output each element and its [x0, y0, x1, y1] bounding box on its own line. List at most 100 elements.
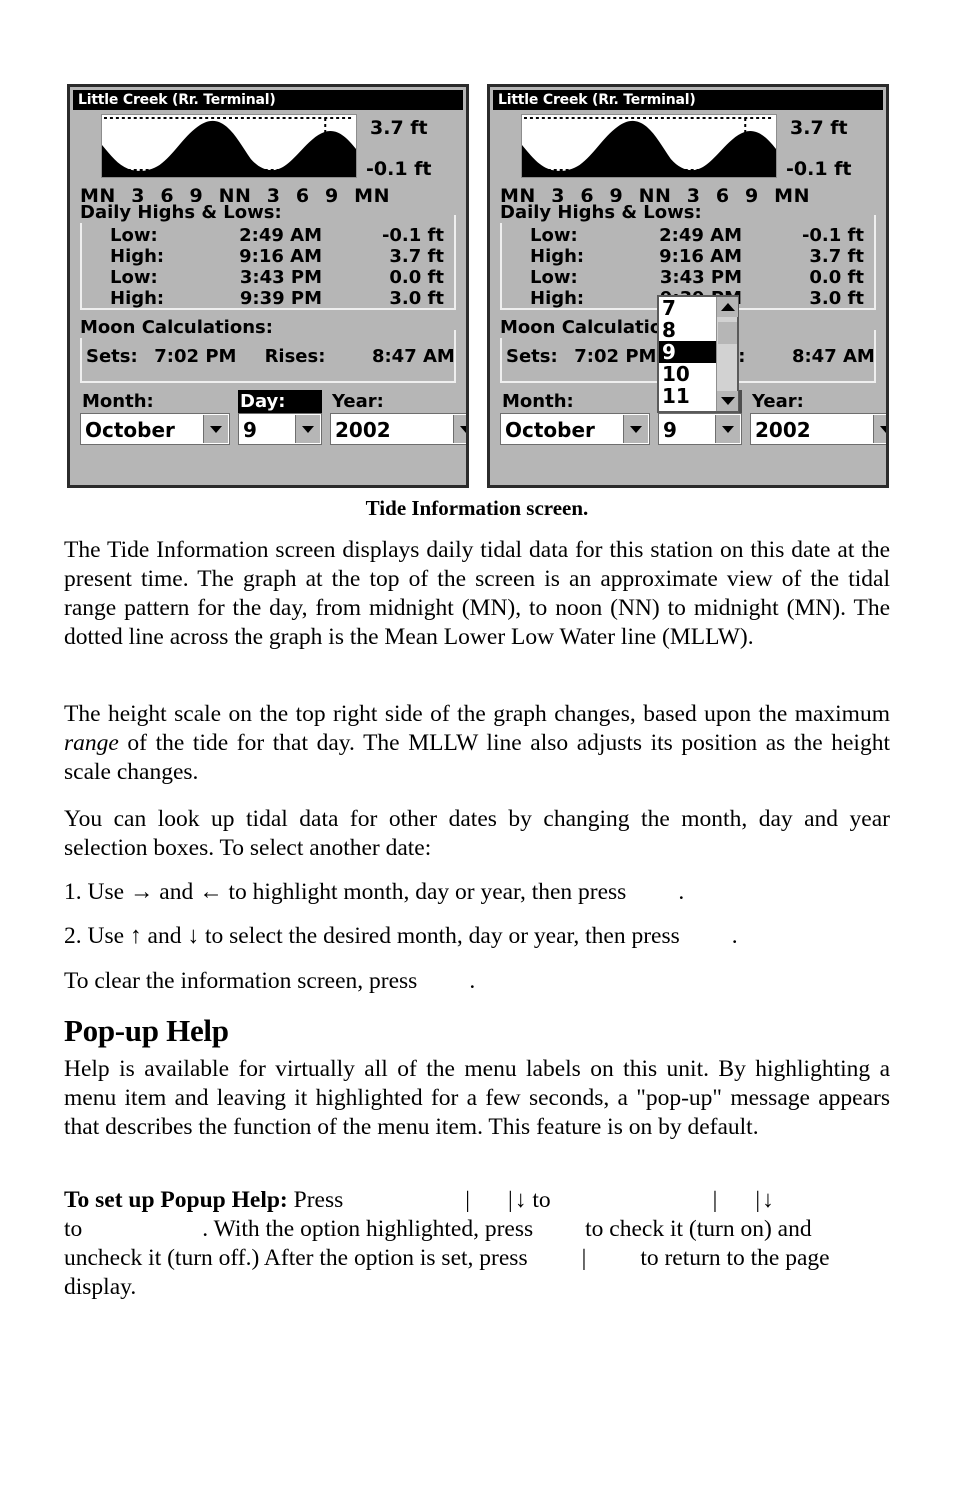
row-label: Low: — [530, 267, 578, 288]
day-label-left: Day: — [238, 390, 322, 413]
row-label: Low: — [110, 225, 158, 246]
page-section-heading: Pop-up Help — [64, 1013, 229, 1048]
row-label: High: — [530, 288, 585, 309]
step1-part-c: to highlight month, day or year, then pr… — [222, 879, 627, 905]
row-label: High: — [110, 246, 165, 267]
chevron-down-icon[interactable] — [873, 415, 886, 443]
chevron-down-icon[interactable] — [715, 415, 740, 443]
paragraph-tide-info: The Tide Information screen displays dai… — [64, 537, 890, 650]
tide-graph-area-left: 3.7 ft -0.1 ft — [70, 111, 466, 183]
station-title-left: Little Creek (Rr. Terminal) — [73, 90, 463, 110]
row-label: High: — [530, 246, 585, 267]
month-combobox-right[interactable]: October — [500, 413, 650, 445]
day-dropdown-list[interactable]: 7 8 9 10 11 — [657, 295, 739, 413]
day-combobox-left[interactable]: 9 — [238, 413, 322, 445]
moon-sets-label: Sets: — [506, 346, 558, 367]
row-label: High: — [110, 288, 165, 309]
day-selector-left[interactable]: Day: 9 — [238, 390, 322, 445]
step-2: 2. Use ↑ and ↓ to select the desired mon… — [64, 922, 890, 951]
month-value-left: October — [85, 418, 175, 442]
clear-text: To clear the information screen, press — [64, 968, 418, 994]
year-selector-right[interactable]: Year: 2002 — [750, 390, 886, 445]
month-selector-left[interactable]: Month: October — [80, 390, 230, 445]
key-separator-bar: | — [507, 1187, 513, 1213]
key-separator-bar: | — [581, 1245, 587, 1271]
step1-part-b: and — [153, 879, 200, 905]
clear-screen-instruction: To clear the information screen, press. — [64, 967, 890, 996]
left-arrow-icon: ← — [199, 879, 223, 905]
year-value-left: 2002 — [335, 418, 391, 442]
figure-caption: Tide Information screen. — [365, 496, 589, 520]
year-combobox-left[interactable]: 2002 — [330, 413, 466, 445]
month-combobox-left[interactable]: October — [80, 413, 230, 445]
table-row: High: 9:16 AM 3.7 ft — [502, 246, 868, 267]
chevron-down-icon[interactable] — [295, 415, 320, 443]
down-arrow-icon: ↓ — [514, 1187, 527, 1213]
row-height: 3.0 ft — [809, 288, 864, 309]
month-label-right: Month: — [502, 391, 574, 412]
step2-period: . — [731, 923, 738, 949]
right-arrow-icon: → — [129, 879, 154, 905]
popup-text-2: to — [526, 1187, 551, 1213]
table-row: High: 9:16 AM 3.7 ft — [82, 246, 448, 267]
para2-italic-range: range — [64, 730, 119, 756]
year-combobox-right[interactable]: 2002 — [750, 413, 886, 445]
row-time: 3:43 PM — [659, 267, 742, 288]
popup-text-3: to — [64, 1216, 83, 1242]
table-row: Low: 3:43 PM 0.0 ft — [82, 267, 448, 288]
chevron-down-icon[interactable] — [203, 415, 228, 443]
year-label-right: Year: — [752, 391, 804, 412]
table-row: Low: 2:49 AM -0.1 ft — [502, 225, 868, 246]
row-height: 3.0 ft — [389, 288, 444, 309]
row-label: Low: — [530, 225, 578, 246]
tide-graph-left — [101, 114, 357, 178]
paragraph-setup-popup-help: To set up Popup Help: Press | |↓ to | |↓ to. … — [64, 1186, 890, 1302]
popup-text-4: . With the option highlighted, press — [202, 1216, 534, 1242]
daily-highs-lows-group-left: Daily Highs & Lows: Low: 2:49 AM -0.1 ft… — [80, 202, 466, 310]
day-combobox-right[interactable]: 9 — [658, 413, 742, 445]
scroll-down-arrow-icon[interactable] — [717, 391, 738, 411]
year-selector-left[interactable]: Year: 2002 — [330, 390, 466, 445]
day-value-left: 9 — [243, 418, 257, 442]
tide-curve-fill — [522, 120, 776, 177]
chevron-down-icon[interactable] — [623, 415, 648, 443]
moon-sets-value: 7:02 PM — [154, 346, 237, 367]
month-label-left: Month: — [82, 391, 154, 412]
scrollbar-thumb[interactable] — [718, 322, 737, 344]
step2-part-a: 2. Use — [64, 923, 130, 949]
step2-part-c: to select the desired month, day or year… — [199, 923, 680, 949]
manual-page: Little Creek (Rr. Terminal) 3.7 ft -0.1 … — [0, 0, 954, 1487]
scale-low-left: -0.1 ft — [366, 158, 432, 180]
row-height: 3.7 ft — [809, 246, 864, 267]
clear-period: . — [469, 968, 476, 994]
moon-calculations-group-left: Moon Calculations: Sets: 7:02 PM Rises: … — [80, 317, 466, 383]
popup-text-1: Press — [287, 1187, 344, 1213]
tide-curve-svg — [102, 117, 356, 177]
moon-sets-label: Sets: — [86, 346, 138, 367]
down-arrow-icon: ↓ — [762, 1187, 774, 1213]
row-time: 2:49 AM — [659, 225, 742, 246]
month-selector-right[interactable]: Month: October — [500, 390, 650, 445]
moon-calculations-legend-left: Moon Calculations: — [80, 317, 466, 338]
table-row: Low: 2:49 AM -0.1 ft — [82, 225, 448, 246]
tide-curve-fill — [102, 120, 356, 177]
daily-highs-lows-legend-right: Daily Highs & Lows: — [500, 202, 886, 223]
para2-part-a: The height scale on the top right side o… — [64, 701, 890, 727]
tick: 9 — [745, 185, 759, 207]
tide-graph-right — [521, 114, 777, 178]
scale-high-right: 3.7 ft — [790, 117, 848, 139]
scroll-up-arrow-icon[interactable] — [717, 297, 738, 317]
tick: MN — [774, 185, 810, 207]
key-separator-bar: | — [712, 1187, 718, 1213]
date-selector-row-left: Month: October Day: 9 Year: 2002 — [80, 390, 466, 456]
moon-rises-label: Rises: — [264, 346, 326, 367]
step2-part-b: and — [141, 923, 188, 949]
table-row: High: 9:39 PM 3.0 ft — [82, 288, 448, 309]
chevron-down-icon[interactable] — [453, 415, 466, 443]
scale-high-left: 3.7 ft — [370, 117, 428, 139]
dropdown-scrollbar[interactable] — [716, 297, 738, 411]
tick: 9 — [325, 185, 339, 207]
year-label-left: Year: — [332, 391, 384, 412]
row-time: 9:39 PM — [239, 288, 322, 309]
step1-period: . — [678, 879, 685, 905]
